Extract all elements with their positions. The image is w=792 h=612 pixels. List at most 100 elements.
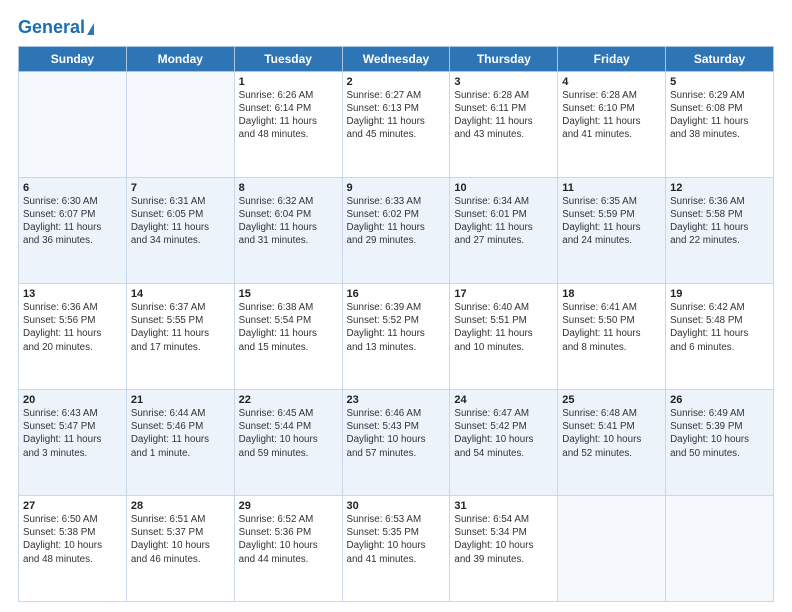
day-info: Sunrise: 6:34 AM Sunset: 6:01 PM Dayligh… <box>454 195 553 248</box>
day-number: 22 <box>239 394 338 406</box>
day-number: 8 <box>239 182 338 194</box>
calendar-cell: 13Sunrise: 6:36 AM Sunset: 5:56 PM Dayli… <box>19 283 127 389</box>
day-number: 31 <box>454 500 553 512</box>
day-number: 3 <box>454 76 553 88</box>
col-header-thursday: Thursday <box>450 46 558 71</box>
day-number: 25 <box>562 394 661 406</box>
calendar-cell: 9Sunrise: 6:33 AM Sunset: 6:02 PM Daylig… <box>342 177 450 283</box>
day-number: 28 <box>131 500 230 512</box>
calendar-cell: 18Sunrise: 6:41 AM Sunset: 5:50 PM Dayli… <box>558 283 666 389</box>
day-info: Sunrise: 6:26 AM Sunset: 6:14 PM Dayligh… <box>239 89 338 142</box>
calendar-cell: 17Sunrise: 6:40 AM Sunset: 5:51 PM Dayli… <box>450 283 558 389</box>
col-header-friday: Friday <box>558 46 666 71</box>
day-info: Sunrise: 6:31 AM Sunset: 6:05 PM Dayligh… <box>131 195 230 248</box>
calendar-week-5: 27Sunrise: 6:50 AM Sunset: 5:38 PM Dayli… <box>19 495 774 601</box>
day-number: 14 <box>131 288 230 300</box>
day-info: Sunrise: 6:48 AM Sunset: 5:41 PM Dayligh… <box>562 407 661 460</box>
day-info: Sunrise: 6:52 AM Sunset: 5:36 PM Dayligh… <box>239 513 338 566</box>
calendar-cell: 4Sunrise: 6:28 AM Sunset: 6:10 PM Daylig… <box>558 71 666 177</box>
calendar-cell: 5Sunrise: 6:29 AM Sunset: 6:08 PM Daylig… <box>666 71 774 177</box>
day-number: 26 <box>670 394 769 406</box>
col-header-wednesday: Wednesday <box>342 46 450 71</box>
col-header-saturday: Saturday <box>666 46 774 71</box>
day-number: 16 <box>347 288 446 300</box>
calendar-cell <box>19 71 127 177</box>
day-number: 9 <box>347 182 446 194</box>
day-number: 19 <box>670 288 769 300</box>
day-info: Sunrise: 6:36 AM Sunset: 5:58 PM Dayligh… <box>670 195 769 248</box>
day-number: 15 <box>239 288 338 300</box>
day-number: 11 <box>562 182 661 194</box>
calendar-week-4: 20Sunrise: 6:43 AM Sunset: 5:47 PM Dayli… <box>19 389 774 495</box>
calendar-week-1: 1Sunrise: 6:26 AM Sunset: 6:14 PM Daylig… <box>19 71 774 177</box>
calendar-cell: 27Sunrise: 6:50 AM Sunset: 5:38 PM Dayli… <box>19 495 127 601</box>
calendar-cell: 6Sunrise: 6:30 AM Sunset: 6:07 PM Daylig… <box>19 177 127 283</box>
day-number: 5 <box>670 76 769 88</box>
day-number: 20 <box>23 394 122 406</box>
day-number: 10 <box>454 182 553 194</box>
day-info: Sunrise: 6:35 AM Sunset: 5:59 PM Dayligh… <box>562 195 661 248</box>
calendar-cell: 8Sunrise: 6:32 AM Sunset: 6:04 PM Daylig… <box>234 177 342 283</box>
logo-text: General <box>18 18 85 38</box>
day-number: 1 <box>239 76 338 88</box>
day-info: Sunrise: 6:51 AM Sunset: 5:37 PM Dayligh… <box>131 513 230 566</box>
day-info: Sunrise: 6:42 AM Sunset: 5:48 PM Dayligh… <box>670 301 769 354</box>
day-number: 21 <box>131 394 230 406</box>
day-info: Sunrise: 6:28 AM Sunset: 6:10 PM Dayligh… <box>562 89 661 142</box>
day-info: Sunrise: 6:27 AM Sunset: 6:13 PM Dayligh… <box>347 89 446 142</box>
day-info: Sunrise: 6:36 AM Sunset: 5:56 PM Dayligh… <box>23 301 122 354</box>
calendar-cell: 16Sunrise: 6:39 AM Sunset: 5:52 PM Dayli… <box>342 283 450 389</box>
calendar-cell: 10Sunrise: 6:34 AM Sunset: 6:01 PM Dayli… <box>450 177 558 283</box>
day-info: Sunrise: 6:49 AM Sunset: 5:39 PM Dayligh… <box>670 407 769 460</box>
day-info: Sunrise: 6:43 AM Sunset: 5:47 PM Dayligh… <box>23 407 122 460</box>
day-info: Sunrise: 6:50 AM Sunset: 5:38 PM Dayligh… <box>23 513 122 566</box>
calendar-cell: 22Sunrise: 6:45 AM Sunset: 5:44 PM Dayli… <box>234 389 342 495</box>
calendar-cell: 28Sunrise: 6:51 AM Sunset: 5:37 PM Dayli… <box>126 495 234 601</box>
calendar-cell <box>666 495 774 601</box>
logo: General <box>18 18 94 36</box>
day-info: Sunrise: 6:44 AM Sunset: 5:46 PM Dayligh… <box>131 407 230 460</box>
col-header-sunday: Sunday <box>19 46 127 71</box>
calendar-cell: 11Sunrise: 6:35 AM Sunset: 5:59 PM Dayli… <box>558 177 666 283</box>
day-number: 24 <box>454 394 553 406</box>
day-number: 7 <box>131 182 230 194</box>
calendar-cell: 15Sunrise: 6:38 AM Sunset: 5:54 PM Dayli… <box>234 283 342 389</box>
day-number: 13 <box>23 288 122 300</box>
calendar-cell <box>558 495 666 601</box>
day-info: Sunrise: 6:46 AM Sunset: 5:43 PM Dayligh… <box>347 407 446 460</box>
header: General <box>18 18 774 36</box>
calendar-cell: 24Sunrise: 6:47 AM Sunset: 5:42 PM Dayli… <box>450 389 558 495</box>
calendar-cell: 19Sunrise: 6:42 AM Sunset: 5:48 PM Dayli… <box>666 283 774 389</box>
calendar-cell: 31Sunrise: 6:54 AM Sunset: 5:34 PM Dayli… <box>450 495 558 601</box>
calendar-week-3: 13Sunrise: 6:36 AM Sunset: 5:56 PM Dayli… <box>19 283 774 389</box>
col-header-tuesday: Tuesday <box>234 46 342 71</box>
calendar-cell: 2Sunrise: 6:27 AM Sunset: 6:13 PM Daylig… <box>342 71 450 177</box>
day-info: Sunrise: 6:30 AM Sunset: 6:07 PM Dayligh… <box>23 195 122 248</box>
calendar-cell: 21Sunrise: 6:44 AM Sunset: 5:46 PM Dayli… <box>126 389 234 495</box>
calendar-cell: 14Sunrise: 6:37 AM Sunset: 5:55 PM Dayli… <box>126 283 234 389</box>
calendar-cell: 1Sunrise: 6:26 AM Sunset: 6:14 PM Daylig… <box>234 71 342 177</box>
day-number: 23 <box>347 394 446 406</box>
calendar-cell: 20Sunrise: 6:43 AM Sunset: 5:47 PM Dayli… <box>19 389 127 495</box>
day-info: Sunrise: 6:53 AM Sunset: 5:35 PM Dayligh… <box>347 513 446 566</box>
calendar-table: SundayMondayTuesdayWednesdayThursdayFrid… <box>18 46 774 602</box>
calendar-cell: 3Sunrise: 6:28 AM Sunset: 6:11 PM Daylig… <box>450 71 558 177</box>
day-number: 17 <box>454 288 553 300</box>
calendar-cell: 25Sunrise: 6:48 AM Sunset: 5:41 PM Dayli… <box>558 389 666 495</box>
day-info: Sunrise: 6:32 AM Sunset: 6:04 PM Dayligh… <box>239 195 338 248</box>
calendar-cell: 12Sunrise: 6:36 AM Sunset: 5:58 PM Dayli… <box>666 177 774 283</box>
col-header-monday: Monday <box>126 46 234 71</box>
day-info: Sunrise: 6:37 AM Sunset: 5:55 PM Dayligh… <box>131 301 230 354</box>
calendar-cell: 7Sunrise: 6:31 AM Sunset: 6:05 PM Daylig… <box>126 177 234 283</box>
day-info: Sunrise: 6:38 AM Sunset: 5:54 PM Dayligh… <box>239 301 338 354</box>
calendar-header-row: SundayMondayTuesdayWednesdayThursdayFrid… <box>19 46 774 71</box>
day-info: Sunrise: 6:28 AM Sunset: 6:11 PM Dayligh… <box>454 89 553 142</box>
calendar-week-2: 6Sunrise: 6:30 AM Sunset: 6:07 PM Daylig… <box>19 177 774 283</box>
day-number: 30 <box>347 500 446 512</box>
day-number: 4 <box>562 76 661 88</box>
day-info: Sunrise: 6:47 AM Sunset: 5:42 PM Dayligh… <box>454 407 553 460</box>
calendar-cell: 23Sunrise: 6:46 AM Sunset: 5:43 PM Dayli… <box>342 389 450 495</box>
day-number: 2 <box>347 76 446 88</box>
calendar-cell: 30Sunrise: 6:53 AM Sunset: 5:35 PM Dayli… <box>342 495 450 601</box>
day-number: 29 <box>239 500 338 512</box>
